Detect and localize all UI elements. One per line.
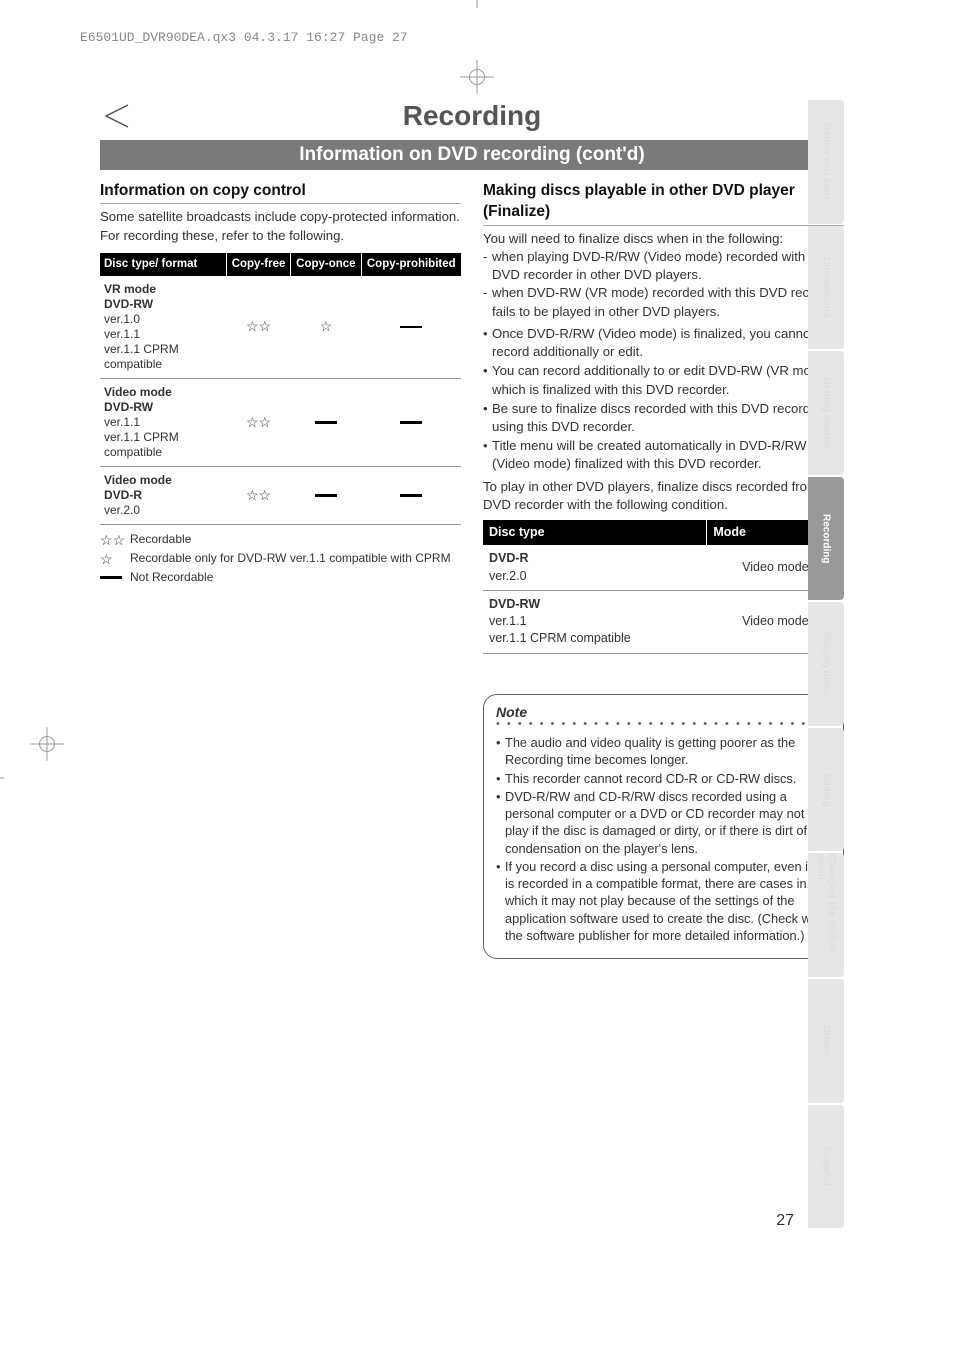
legend-text-rec2: Recordable bbox=[130, 531, 191, 550]
row-label: Video modeDVD-Rver.2.0 bbox=[100, 467, 226, 525]
row-label: Video modeDVD-RWver.1.1ver.1.1 CPRM comp… bbox=[100, 379, 226, 467]
list-item: • This recorder cannot record CD-R or CD… bbox=[496, 770, 831, 787]
side-tab[interactable]: Changing the SETUP menu bbox=[808, 853, 844, 977]
legend-sym-rec1: ☆ bbox=[100, 550, 130, 569]
note-items: • The audio and video quality is getting… bbox=[496, 734, 831, 944]
side-tab[interactable]: Before you start bbox=[808, 100, 844, 224]
page-content: Recording Information on DVD recording (… bbox=[100, 100, 844, 1230]
side-tab[interactable]: Recording bbox=[808, 477, 844, 601]
dashed-list: - when playing DVD-R/RW (Video mode) rec… bbox=[483, 248, 844, 321]
table-row: DVD-RWver.1.1ver.1.1 CPRM compatibleVide… bbox=[483, 590, 844, 653]
left-column: Information on copy control Some satelli… bbox=[100, 178, 461, 959]
legend: ☆☆ Recordable ☆ Recordable only for DVD-… bbox=[100, 531, 461, 585]
cell-disc-type: DVD-Rver.2.0 bbox=[483, 545, 707, 590]
left-intro: Some satellite broadcasts include copy-p… bbox=[100, 208, 461, 244]
cell-copy-once bbox=[291, 467, 361, 525]
note-box: Note • • • • • • • • • • • • • • • • • •… bbox=[483, 694, 844, 960]
table-row: VR modeDVD-RWver.1.0ver.1.1ver.1.1 CPRM … bbox=[100, 276, 461, 379]
list-item: • Be sure to finalize discs recorded wit… bbox=[483, 400, 844, 436]
th-copy-free: Copy-free bbox=[226, 253, 290, 276]
side-tab[interactable]: Getting started bbox=[808, 351, 844, 475]
side-tab[interactable]: Connections bbox=[808, 226, 844, 350]
table-row: Video modeDVD-Rver.2.0☆☆ bbox=[100, 467, 461, 525]
th-disc-type2: Disc type bbox=[483, 520, 707, 545]
side-tab[interactable]: Playing discs bbox=[808, 602, 844, 726]
list-item: • You can record additionally to or edit… bbox=[483, 362, 844, 398]
cell-copy-prohibited bbox=[361, 467, 461, 525]
bullets-list: • Once DVD-R/RW (Video mode) is finalize… bbox=[483, 325, 844, 474]
side-tab[interactable]: Español bbox=[808, 1105, 844, 1229]
right-intro: You will need to finalize discs when in … bbox=[483, 230, 844, 248]
th-copy-once: Copy-once bbox=[291, 253, 361, 276]
side-tabs: Before you startConnectionsGetting start… bbox=[808, 100, 844, 1230]
legend-sym-not bbox=[100, 569, 130, 585]
table-row: Video modeDVD-RWver.1.1ver.1.1 CPRM comp… bbox=[100, 379, 461, 467]
side-tab[interactable]: Editing bbox=[808, 728, 844, 852]
list-item: • Once DVD-R/RW (Video mode) is finalize… bbox=[483, 325, 844, 361]
cell-copy-free: ☆☆ bbox=[226, 379, 290, 467]
legend-sym-rec2: ☆☆ bbox=[100, 531, 130, 550]
page-number: 27 bbox=[776, 1212, 794, 1230]
table-row: DVD-Rver.2.0Video mode bbox=[483, 545, 844, 590]
list-item: • The audio and video quality is getting… bbox=[496, 734, 831, 769]
section-bar: Information on DVD recording (cont'd) bbox=[100, 140, 844, 170]
list-item: - when playing DVD-R/RW (Video mode) rec… bbox=[483, 248, 844, 284]
list-item: • Title menu will be created automatical… bbox=[483, 437, 844, 473]
right-column: Making discs playable in other DVD playe… bbox=[483, 178, 844, 959]
registration-mark-top bbox=[460, 60, 494, 94]
cell-copy-prohibited bbox=[361, 379, 461, 467]
legend-text-rec1: Recordable only for DVD-RW ver.1.1 compa… bbox=[130, 550, 451, 569]
th-disc-type: Disc type/ format bbox=[100, 253, 226, 276]
page-title-row: Recording bbox=[100, 100, 844, 132]
cell-copy-prohibited bbox=[361, 276, 461, 379]
cell-copy-free: ☆☆ bbox=[226, 467, 290, 525]
cell-copy-free: ☆☆ bbox=[226, 276, 290, 379]
list-item: - when DVD-RW (VR mode) recorded with th… bbox=[483, 284, 844, 320]
right-after-text: To play in other DVD players, finalize d… bbox=[483, 478, 844, 514]
registration-mark-left bbox=[30, 727, 64, 761]
cell-disc-type: DVD-RWver.1.1ver.1.1 CPRM compatible bbox=[483, 590, 707, 653]
bracket-left-icon bbox=[100, 103, 130, 129]
legend-text-not: Not Recordable bbox=[130, 569, 213, 585]
registration-mark-bottom bbox=[460, 0, 494, 8]
list-item: • If you record a disc using a personal … bbox=[496, 858, 831, 944]
registration-mark-right bbox=[0, 761, 4, 795]
note-title: Note bbox=[496, 704, 527, 720]
page-title: Recording bbox=[140, 100, 804, 132]
note-dotline: • • • • • • • • • • • • • • • • • • • • … bbox=[496, 721, 831, 728]
cell-copy-once bbox=[291, 379, 361, 467]
row-label: VR modeDVD-RWver.1.0ver.1.1ver.1.1 CPRM … bbox=[100, 276, 226, 379]
side-tab[interactable]: Others bbox=[808, 979, 844, 1103]
mode-table: Disc type Mode DVD-Rver.2.0Video modeDVD… bbox=[483, 520, 844, 654]
left-heading: Information on copy control bbox=[100, 180, 461, 204]
print-header: E6501UD_DVR90DEA.qx3 04.3.17 16:27 Page … bbox=[80, 30, 408, 45]
copy-control-table: Disc type/ format Copy-free Copy-once Co… bbox=[100, 253, 461, 525]
right-heading: Making discs playable in other DVD playe… bbox=[483, 180, 844, 226]
list-item: • DVD-R/RW and CD-R/RW discs recorded us… bbox=[496, 788, 831, 857]
cell-copy-once: ☆ bbox=[291, 276, 361, 379]
th-copy-prohibited: Copy-prohibited bbox=[361, 253, 461, 276]
